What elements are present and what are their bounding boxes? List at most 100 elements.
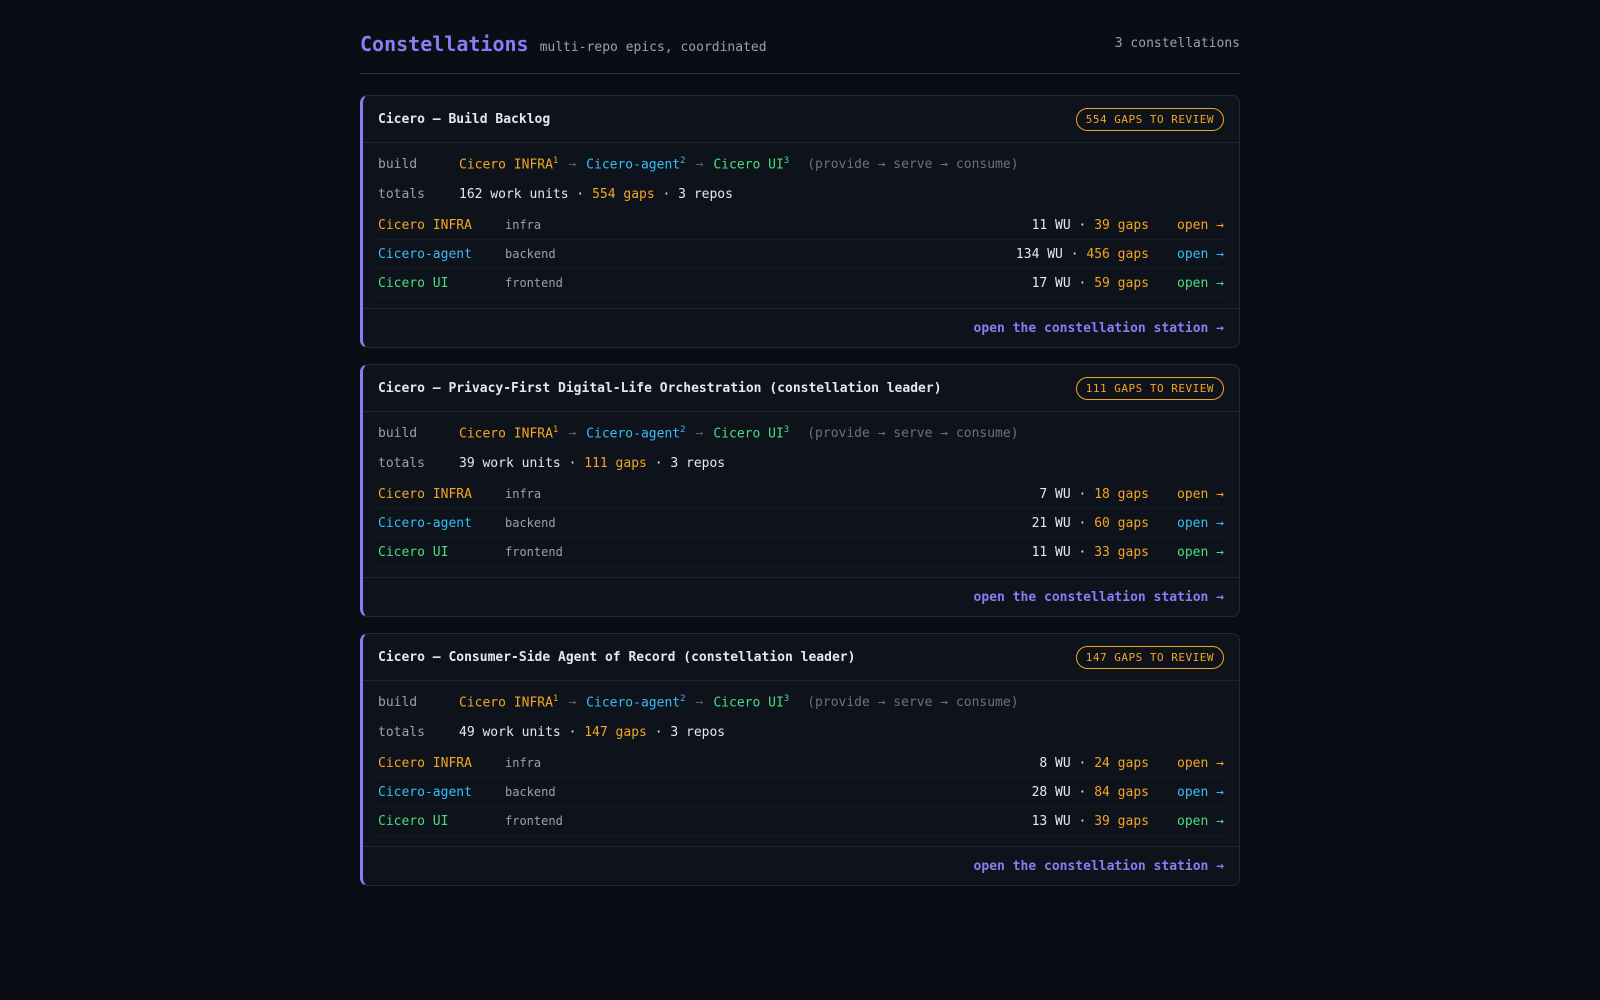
build-label: build [378,425,418,441]
arrow-icon: → [568,694,577,710]
totals-gaps: 111 gaps [584,455,647,471]
repo-open-link[interactable]: open → [1149,756,1224,771]
page-title: Constellations [360,31,529,56]
card-header: Cicero — Build Backlog 554 GAPS TO REVIE… [363,96,1239,143]
repo-open-link[interactable]: open → [1149,218,1224,233]
totals-row: totals 162 work units · 554 gaps · 3 rep… [378,186,733,202]
repo-name[interactable]: Cicero UI [378,545,505,560]
constellation-card: Cicero — Build Backlog 554 GAPS TO REVIE… [360,95,1240,348]
totals-repos: 3 repos [670,724,726,740]
repo-open-link[interactable]: open → [1149,487,1224,502]
repo-name[interactable]: Cicero INFRA [378,487,505,502]
build-note: (provide → serve → consume) [807,156,1019,172]
repo-row: Cicero INFRA infra 8 WU · 24 gaps open → [378,749,1224,778]
arrow-icon: → [695,425,704,441]
page-header: Constellations multi-repo epics, coordin… [360,0,1240,74]
repo-role: backend [505,247,556,261]
totals-gaps: 554 gaps [592,186,655,202]
build-label: build [378,694,418,710]
constellation-card: Cicero — Consumer-Side Agent of Record (… [360,633,1240,886]
open-station-link[interactable]: open the constellation station → [974,590,1224,605]
open-station-link[interactable]: open the constellation station → [974,321,1224,336]
repo-row: Cicero UI frontend 13 WU · 39 gaps open … [378,807,1224,836]
repo-row: Cicero UI frontend 11 WU · 33 gaps open … [378,538,1224,567]
arrow-icon: → [695,156,704,172]
card-title[interactable]: Cicero — Build Backlog [378,112,550,127]
repo-name[interactable]: Cicero UI [378,814,505,829]
repo-role: infra [505,487,542,501]
totals-units: 162 work units [459,186,569,202]
repo-row: Cicero-agent backend 21 WU · 60 gaps ope… [378,509,1224,538]
build-step-ui: Cicero UI3 [713,155,790,173]
totals-label: totals [378,455,425,471]
card-meta: build Cicero INFRA1 → Cicero-agent2 → Ci… [363,687,1239,747]
arrow-icon: → [568,156,577,172]
gaps-badge[interactable]: 147 GAPS TO REVIEW [1075,645,1224,669]
repo-open-link[interactable]: open → [1149,276,1224,291]
repo-open-link[interactable]: open → [1149,785,1224,800]
build-row: build Cicero INFRA1 → Cicero-agent2 → Ci… [378,687,1224,717]
card-header: Cicero — Consumer-Side Agent of Record (… [363,634,1239,681]
card-meta: build Cicero INFRA1 → Cicero-agent2 → Ci… [363,418,1239,478]
constellation-count: 3 constellations [1114,36,1240,51]
open-station-link[interactable]: open the constellation station → [974,859,1224,874]
page-subtitle: multi-repo epics, coordinated [539,39,767,55]
gaps-badge[interactable]: 111 GAPS TO REVIEW [1075,376,1224,400]
build-row: build Cicero INFRA1 → Cicero-agent2 → Ci… [378,418,1224,448]
build-note: (provide → serve → consume) [807,425,1019,441]
repo-role: frontend [505,545,563,559]
arrow-icon: → [695,694,704,710]
repo-name[interactable]: Cicero-agent [378,516,505,531]
repo-role: infra [505,218,542,232]
repo-role: backend [505,785,556,799]
repo-stats: 134 WU · 456 gaps [1015,246,1149,262]
repo-role: backend [505,516,556,530]
build-row: build Cicero INFRA1 → Cicero-agent2 → Ci… [378,149,1224,179]
repo-open-link[interactable]: open → [1149,516,1224,531]
repo-name[interactable]: Cicero INFRA [378,756,505,771]
repo-row: Cicero-agent backend 28 WU · 84 gaps ope… [378,778,1224,807]
repo-role: infra [505,756,542,770]
totals-units: 49 work units [459,724,561,740]
gaps-badge[interactable]: 554 GAPS TO REVIEW [1075,107,1224,131]
repo-open-link[interactable]: open → [1149,545,1224,560]
card-title[interactable]: Cicero — Privacy-First Digital-Life Orch… [378,381,942,396]
repo-list: Cicero INFRA infra 8 WU · 24 gaps open →… [363,749,1239,836]
repo-name[interactable]: Cicero INFRA [378,218,505,233]
card-meta: build Cicero INFRA1 → Cicero-agent2 → Ci… [363,149,1239,209]
totals-label: totals [378,724,425,740]
build-step-infra: Cicero INFRA1 [459,424,559,442]
card-title[interactable]: Cicero — Consumer-Side Agent of Record (… [378,650,855,665]
repo-stats: 8 WU · 24 gaps [1039,755,1149,771]
totals-gaps: 147 gaps [584,724,647,740]
repo-name[interactable]: Cicero-agent [378,247,505,262]
totals-repos: 3 repos [678,186,733,202]
repo-name[interactable]: Cicero-agent [378,785,505,800]
card-footer: open the constellation station → [363,846,1239,885]
repo-open-link[interactable]: open → [1149,814,1224,829]
repo-stats: 17 WU · 59 gaps [1031,275,1149,291]
header-left: Constellations multi-repo epics, coordin… [360,32,767,56]
repo-row: Cicero INFRA infra 7 WU · 18 gaps open → [378,480,1224,509]
build-step-agent: Cicero-agent2 [586,424,686,442]
totals-repos: 3 repos [670,455,726,471]
repo-role: frontend [505,814,563,828]
repo-stats: 7 WU · 18 gaps [1039,486,1149,502]
card-footer: open the constellation station → [363,577,1239,616]
repo-stats: 11 WU · 39 gaps [1031,217,1149,233]
build-step-infra: Cicero INFRA1 [459,155,559,173]
repo-row: Cicero UI frontend 17 WU · 59 gaps open … [378,269,1224,298]
repo-name[interactable]: Cicero UI [378,276,505,291]
build-step-agent: Cicero-agent2 [586,693,686,711]
totals-row: totals 49 work units · 147 gaps · 3 repo… [378,724,726,740]
totals-units: 39 work units [459,455,561,471]
totals-row: totals 39 work units · 111 gaps · 3 repo… [378,455,726,471]
build-step-infra: Cicero INFRA1 [459,693,559,711]
repo-stats: 28 WU · 84 gaps [1031,784,1149,800]
repo-role: frontend [505,276,563,290]
build-label: build [378,156,418,172]
repo-open-link[interactable]: open → [1149,247,1224,262]
repo-list: Cicero INFRA infra 7 WU · 18 gaps open →… [363,480,1239,567]
repo-stats: 21 WU · 60 gaps [1031,515,1149,531]
build-step-ui: Cicero UI3 [713,693,790,711]
